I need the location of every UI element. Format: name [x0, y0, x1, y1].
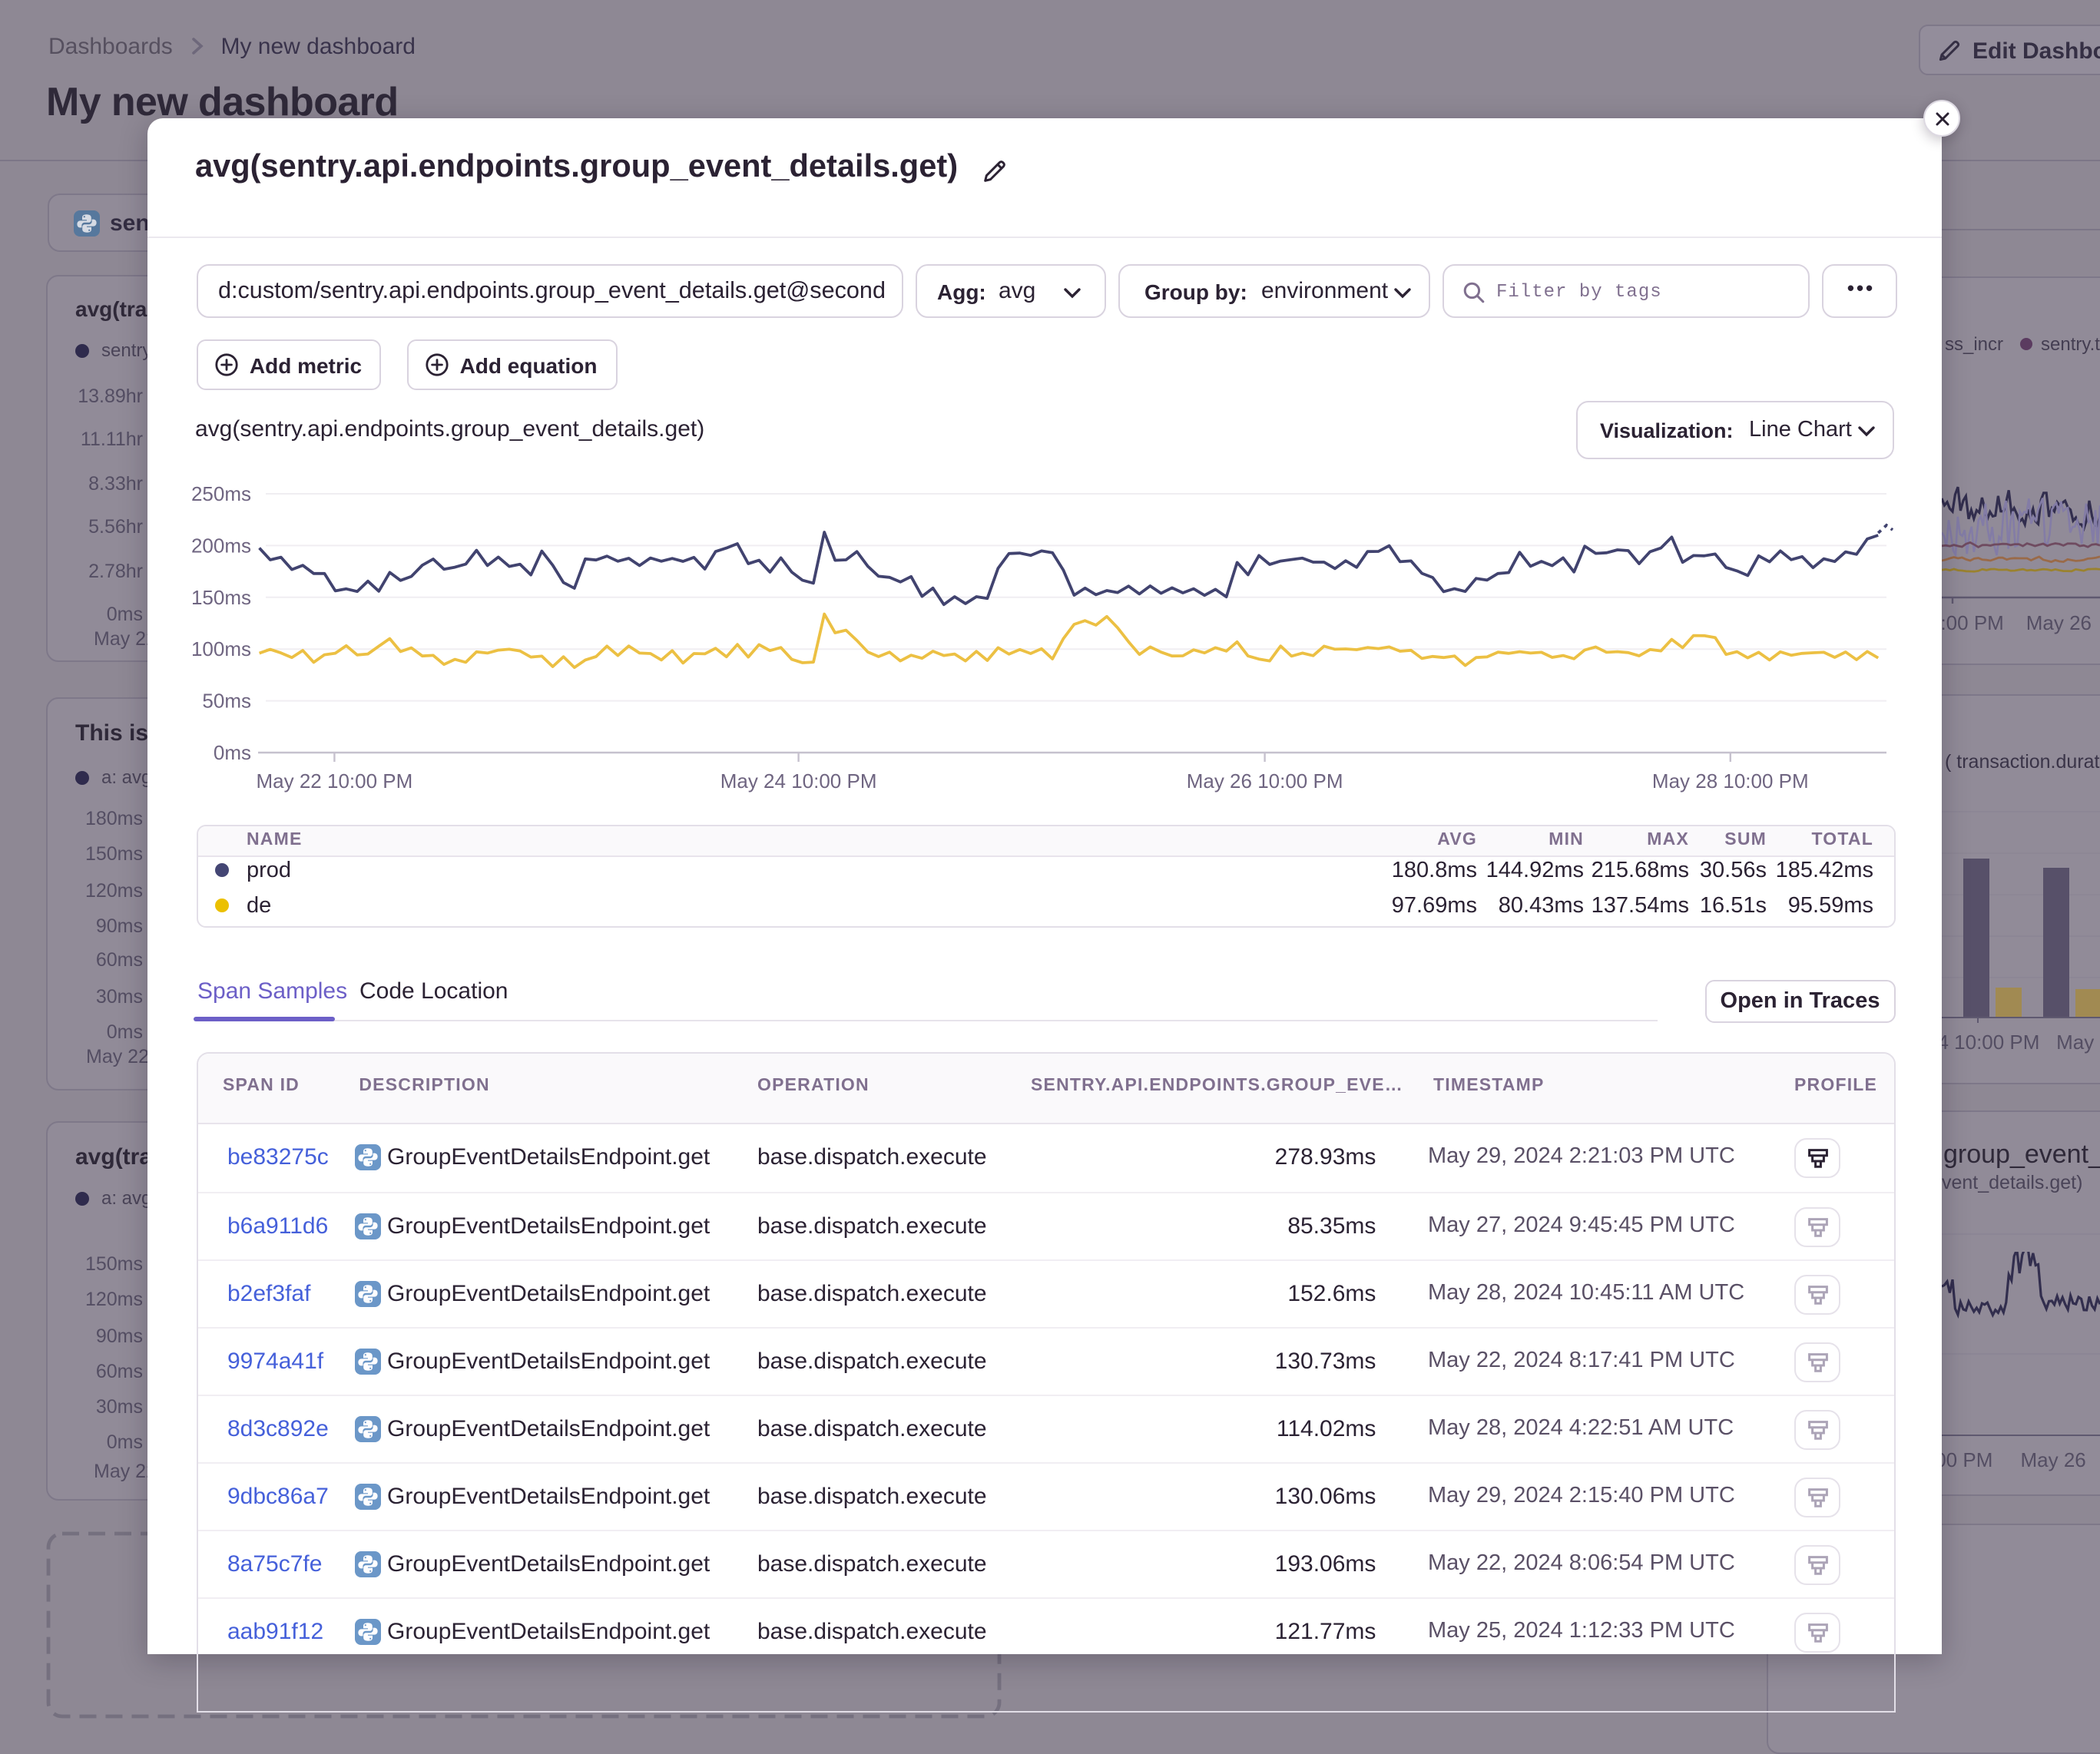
svg-text:May 26 10:00 PM: May 26 10:00 PM: [1187, 769, 1343, 793]
svg-text:May 22 10:00 PM: May 22 10:00 PM: [257, 769, 413, 793]
svg-text:150ms: 150ms: [191, 586, 251, 609]
svg-text:50ms: 50ms: [202, 690, 251, 713]
svg-text:250ms: 250ms: [191, 482, 251, 505]
svg-text:May 28 10:00 PM: May 28 10:00 PM: [1652, 769, 1809, 793]
svg-text:0ms: 0ms: [214, 741, 251, 764]
svg-text:May 24 10:00 PM: May 24 10:00 PM: [720, 769, 877, 793]
svg-text:100ms: 100ms: [191, 637, 251, 660]
svg-text:200ms: 200ms: [191, 534, 251, 557]
